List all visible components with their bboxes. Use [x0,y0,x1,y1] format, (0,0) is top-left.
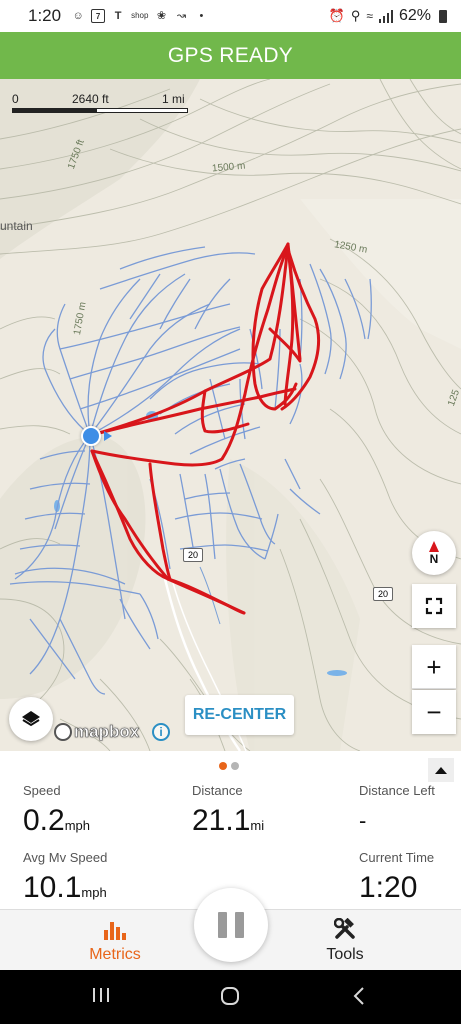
tools-icon [334,918,355,939]
signal-icon [378,9,393,23]
map-view[interactable]: 0 2640 ft 1 mi 1750 ft 1500 m 1250 m 175… [0,79,461,751]
chevron-up-icon [435,766,447,774]
dot-icon: • [199,10,204,22]
fullscreen-button[interactable] [412,584,456,628]
tesla-icon: T [114,10,122,22]
metrics-panel: Speed 0.2mph Distance 21.1mi Distance Le… [0,751,461,909]
system-nav-bar [0,970,461,1024]
fullscreen-icon [425,597,443,615]
back-icon[interactable] [352,986,366,1006]
metric-value: 10.1 [23,871,82,904]
metric-unit: mph [64,818,91,833]
tab-label: Tools [326,946,364,963]
mapbox-logo[interactable]: mapbox [54,722,139,742]
location-icon: ⚲ [350,8,361,23]
tab-metrics[interactable]: Metrics [75,918,155,964]
layers-button[interactable] [9,697,53,741]
battery-text: 62% [398,7,431,24]
status-bar: 1:20 ☺ 7 T shop ❀ ↝ • ⏰ ⚲ ≈ 62% [0,0,461,32]
collapse-panel-button[interactable] [428,758,454,782]
zoom-out-button[interactable]: − [412,690,456,734]
scale-bar [12,108,188,113]
pause-button[interactable] [194,888,268,962]
bar-chart-icon [104,922,126,940]
road-shield-label: 20 [377,589,388,599]
status-time: 1:20 [28,6,62,25]
system-icons: ⏰ ⚲ ≈ 62% [329,7,447,25]
metric-label: Distance Left [359,783,435,798]
fan-icon: ❀ [156,10,167,22]
scale-end: 1 mi [162,92,185,106]
metric-speed: Speed 0.2mph [23,783,90,836]
page-dot-active [219,762,227,770]
snapchat-icon: ☺ [72,10,84,22]
calendar-icon: 7 [91,9,106,23]
nfc-icon: ≈ [366,9,373,23]
metric-value: 21.1 [192,804,251,837]
home-icon[interactable] [220,986,240,1006]
shop-icon: shop [131,11,149,20]
layers-icon [22,711,40,727]
metric-unit: mi [250,818,265,833]
battery-icon [439,9,447,23]
road-shield: 20 [183,548,203,562]
pause-icon [235,912,244,938]
lake [327,670,347,676]
tab-tools[interactable]: Tools [305,918,385,964]
metric-avg-speed: Avg Mv Speed 10.1mph [23,850,107,903]
tab-label: Metrics [89,946,141,963]
metric-label: Distance [192,783,243,798]
scale-zero: 0 [12,92,19,106]
terrain-shading [0,79,461,751]
mapbox-logo-text: mapbox [74,722,140,742]
notification-icons: ☺ 7 T shop ❀ ↝ • [71,9,208,23]
compass-button[interactable]: N [412,531,456,575]
zoom-in-button[interactable]: + [412,645,456,689]
map-canvas[interactable] [0,79,461,751]
page-dot-inactive [231,762,239,770]
skier-icon: ↝ [176,10,187,22]
pause-icon [218,912,227,938]
plus-icon: + [426,651,442,682]
recenter-button[interactable]: RE-CENTER [185,695,294,735]
heading-arrow-icon [104,431,112,441]
compass-label: N [429,551,439,566]
metric-label: Avg Mv Speed [23,850,108,865]
gps-status-header: GPS READY [0,32,461,79]
alarm-icon: ⏰ [328,8,345,23]
attribution-info-icon[interactable]: i [152,723,170,741]
metric-distance: Distance 21.1mi [192,783,264,836]
metric-value: - [359,808,367,833]
recent-apps-icon[interactable] [92,986,110,1004]
scale-mid: 2640 ft [72,92,109,106]
metric-value: 1:20 [359,871,418,904]
metric-unit: mph [81,885,107,900]
road-shield-label: 20 [187,550,198,560]
page-indicator [219,762,239,770]
current-location-marker [81,426,101,446]
metric-distance-left: Distance Left - [359,783,435,832]
map-scale: 0 2640 ft 1 mi [12,91,192,115]
compass-arrow-icon [429,540,439,552]
place-label: untain [0,219,33,233]
metric-label: Current Time [359,850,435,865]
metric-current-time: Current Time 1:20 [359,850,434,903]
mapbox-logo-icon [54,723,72,741]
metric-value: 0.2 [23,804,65,837]
road-shield: 20 [373,587,393,601]
minus-icon: − [426,697,442,727]
metric-label: Speed [23,783,61,798]
